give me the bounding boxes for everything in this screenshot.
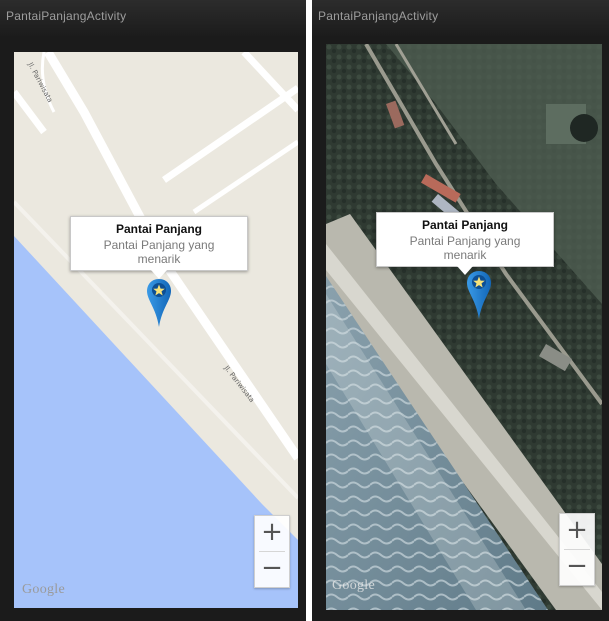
zoom-in-button[interactable]: + — [255, 516, 289, 551]
info-window-snippet: Pantai Panjang yang menarik — [103, 238, 215, 266]
zoom-in-button[interactable]: + — [560, 514, 594, 549]
activity-title: PantaiPanjangActivity — [6, 9, 127, 23]
map-view[interactable]: Jl. Pariwisata Jl. Pariwisata Pantai Pan… — [14, 52, 298, 608]
info-window-title: Pantai Panjang — [115, 222, 203, 236]
map-view[interactable]: Pantai Panjang Pantai Panjang yang menar… — [326, 44, 602, 610]
action-bar: PantaiPanjangActivity — [0, 0, 306, 36]
marker-info-window[interactable]: Pantai Panjang Pantai Panjang yang menar… — [376, 212, 554, 275]
marker-info-window[interactable]: Pantai Panjang Pantai Panjang yang menar… — [70, 216, 248, 279]
zoom-out-button[interactable]: − — [560, 550, 594, 585]
google-logo: Google — [332, 578, 376, 593]
star-map-marker-icon[interactable] — [146, 278, 172, 328]
activity-title: PantaiPanjangActivity — [318, 9, 439, 23]
zoom-controls: + − — [254, 515, 290, 588]
roadmap-screen: PantaiPanjangActivity Jl. Pariwisata Jl.… — [0, 0, 306, 621]
action-bar: PantaiPanjangActivity — [312, 0, 609, 36]
star-map-marker-icon[interactable] — [466, 270, 492, 320]
zoom-controls: + − — [559, 513, 595, 586]
google-logo: Google — [22, 582, 66, 597]
info-window-snippet: Pantai Panjang yang menarik — [409, 234, 521, 262]
info-window-title: Pantai Panjang — [421, 218, 509, 232]
zoom-out-button[interactable]: − — [255, 552, 289, 587]
satellite-screen: PantaiPanjangActivity Pantai Panjang Pan… — [312, 0, 609, 621]
